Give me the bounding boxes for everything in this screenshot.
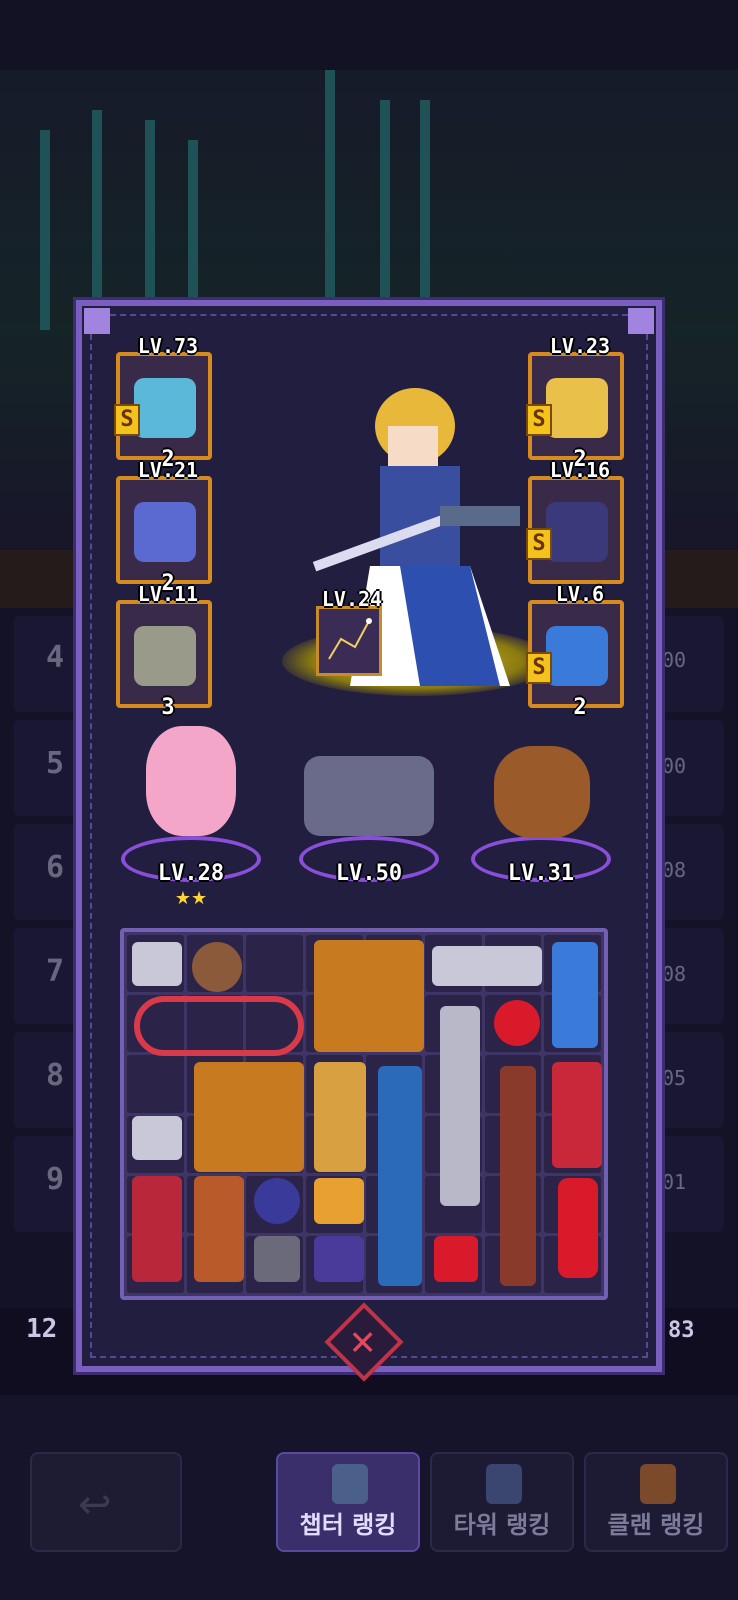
back-arrow-icon: ↩ bbox=[78, 1482, 112, 1528]
armor-item-icon-2[interactable] bbox=[194, 1062, 304, 1172]
constellation-icon bbox=[328, 618, 372, 660]
gear-item-icon[interactable] bbox=[254, 1236, 300, 1282]
wing-icon bbox=[546, 626, 608, 686]
boot-item-icon[interactable] bbox=[194, 1176, 244, 1282]
tab-label: 챕터 랭킹 bbox=[299, 1511, 397, 1539]
equipment-level: LV.21 bbox=[137, 458, 199, 482]
ring-item-icon[interactable] bbox=[254, 1178, 300, 1224]
necklace-icon bbox=[546, 502, 608, 562]
monkey-pet-icon bbox=[494, 746, 590, 838]
tombstone-icon bbox=[332, 1464, 368, 1504]
amulet-icon bbox=[546, 378, 608, 438]
mace-item-icon[interactable] bbox=[314, 1062, 366, 1172]
s-rank-badge: S bbox=[114, 404, 140, 436]
equipment-slot-wing[interactable]: LV.6 S 2 bbox=[526, 582, 624, 720]
s-rank-badge: S bbox=[526, 652, 552, 684]
pet-level: LV.50 bbox=[335, 861, 403, 886]
armor-item-icon[interactable] bbox=[314, 940, 424, 1052]
equipment-slot-amulet[interactable]: LV.23 S 2 bbox=[526, 334, 624, 472]
equipment-level: LV.11 bbox=[137, 582, 199, 606]
pet-stars: ★★ bbox=[174, 888, 208, 909]
equipment-slot-bracelet[interactable]: LV.21 2 bbox=[116, 458, 212, 596]
tower-icon bbox=[486, 1464, 522, 1504]
shield-item-icon[interactable] bbox=[192, 942, 242, 992]
equipment-level: LV.73 bbox=[137, 334, 199, 358]
equipment-level: LV.23 bbox=[549, 334, 611, 358]
helmet-item-icon[interactable] bbox=[432, 946, 542, 986]
blue-shield-item-icon[interactable] bbox=[552, 942, 598, 1048]
equipment-slot-necklace[interactable]: LV.16 S bbox=[526, 458, 624, 584]
skill-slot[interactable]: LV.24 bbox=[316, 587, 382, 676]
gauntlet-icon bbox=[134, 626, 196, 686]
bracelet-icon bbox=[134, 502, 196, 562]
back-button[interactable]: ↩ bbox=[30, 1452, 182, 1552]
whip-item-icon[interactable] bbox=[134, 996, 304, 1056]
tab-tower-ranking[interactable]: 타워 랭킹 bbox=[430, 1452, 574, 1552]
panel-corner bbox=[84, 308, 110, 334]
orb-item-icon[interactable] bbox=[314, 1236, 364, 1282]
halberd-item-icon[interactable] bbox=[500, 1066, 536, 1286]
pet-level: LV.28 bbox=[157, 861, 225, 886]
rose-item-icon-2[interactable] bbox=[132, 1176, 182, 1282]
crown-item-icon[interactable] bbox=[314, 1178, 364, 1224]
rose-item-icon[interactable] bbox=[552, 1062, 602, 1168]
equipment-slot-gauntlet[interactable]: LV.11 3 bbox=[116, 582, 212, 720]
cannon-pet-icon bbox=[304, 756, 434, 836]
character-detail-popup: LV.73 S 2 LV.21 2 LV.11 3 LV.23 S 2 LV.1… bbox=[76, 300, 662, 1382]
tab-clan-ranking[interactable]: 클랜 랭킹 bbox=[584, 1452, 728, 1552]
pet-slot-2[interactable]: LV.50 bbox=[294, 716, 444, 896]
spear-item-icon[interactable] bbox=[378, 1066, 422, 1286]
my-rank-number: 12 bbox=[26, 1314, 58, 1344]
tab-chapter-ranking[interactable]: 챕터 랭킹 bbox=[276, 1452, 420, 1552]
horn-item-icon[interactable] bbox=[132, 942, 182, 986]
s-rank-badge: S bbox=[526, 404, 552, 436]
ruby-item-icon[interactable] bbox=[494, 1000, 540, 1046]
s-rank-badge: S bbox=[526, 528, 552, 560]
flower-pet-icon bbox=[146, 726, 236, 836]
clan-crest-icon bbox=[640, 1464, 676, 1504]
staff-icon bbox=[134, 378, 196, 438]
horn-item-icon-2[interactable] bbox=[132, 1116, 182, 1160]
sword-item-icon[interactable] bbox=[440, 1006, 480, 1206]
glove-item-icon[interactable] bbox=[434, 1236, 478, 1282]
equipment-level: LV.16 bbox=[549, 458, 611, 482]
panel-corner bbox=[628, 308, 654, 334]
pet-slot-3[interactable]: LV.31 bbox=[466, 716, 616, 896]
tab-label: 타워 랭킹 bbox=[453, 1511, 551, 1539]
close-icon: ✕ bbox=[348, 1323, 377, 1364]
pet-level: LV.31 bbox=[507, 861, 575, 886]
my-rank-score: 83 bbox=[668, 1318, 695, 1343]
tab-label: 클랜 랭킹 bbox=[607, 1511, 705, 1539]
potion-item-icon[interactable] bbox=[558, 1178, 598, 1278]
skill-level: LV.24 bbox=[321, 587, 383, 611]
equipment-slot-weapon[interactable]: LV.73 S 2 bbox=[114, 334, 212, 472]
equipment-level: LV.6 bbox=[555, 582, 605, 606]
pet-slot-1[interactable]: LV.28 ★★ bbox=[116, 716, 266, 909]
